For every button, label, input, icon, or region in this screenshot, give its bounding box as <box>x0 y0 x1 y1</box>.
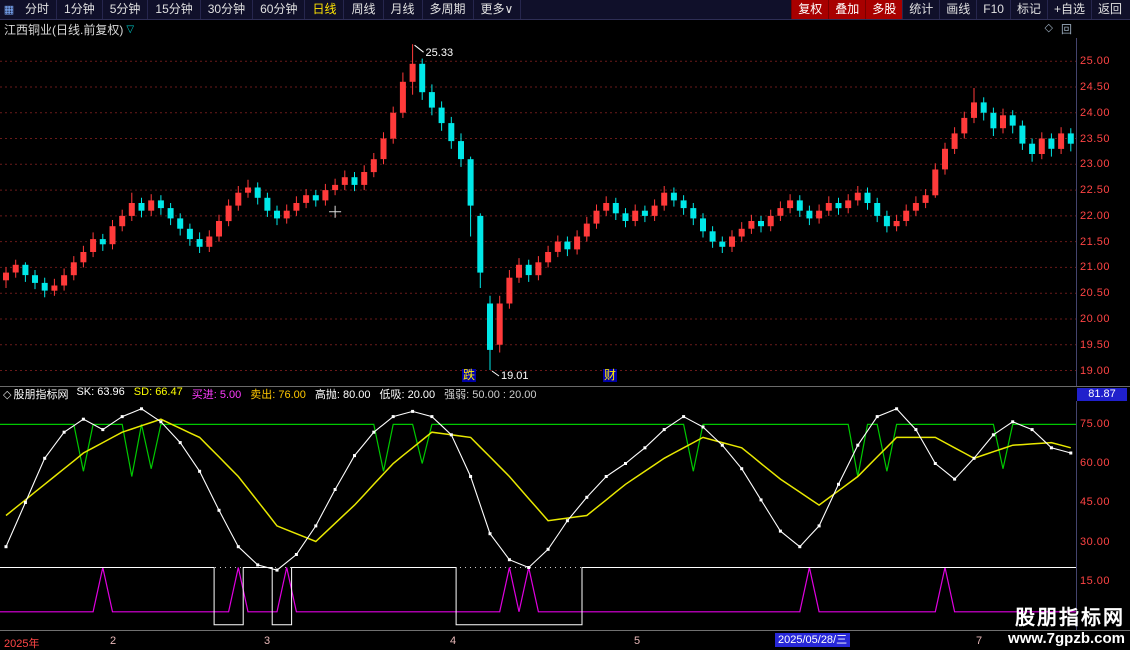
title-dropdown-icon[interactable]: ▽ <box>126 24 134 35</box>
diamond-icon[interactable]: ◇ <box>1045 21 1053 37</box>
date-axis: 2025年 2 3 4 5 2025/05/28/三 7 <box>0 630 1130 650</box>
timeframe-tab[interactable]: 多周期 <box>423 0 474 19</box>
main-candlestick-chart[interactable]: 25.33 19.01 <box>0 38 1076 386</box>
toolbar-button[interactable]: 多股 <box>865 0 902 19</box>
site-watermark: 股朋指标网 www.7gpzb.com <box>1008 601 1125 647</box>
price-axis-label: 19.50 <box>1080 339 1110 351</box>
price-axis-label: 22.50 <box>1080 184 1110 196</box>
timeframe-tab[interactable]: 5分钟 <box>103 0 149 19</box>
indicator-param: 强弱: 50.00 : 20.00 <box>444 386 536 402</box>
date-tick: 2025年 <box>4 635 39 650</box>
toolbar-button[interactable]: F10 <box>976 0 1010 19</box>
toolbar-button[interactable]: 返回 <box>1091 0 1128 19</box>
watermark-line2: www.7gpzb.com <box>1008 630 1125 647</box>
timeframe-tab[interactable]: 日线 <box>305 0 344 19</box>
toolbar-actions: 复权叠加多股统计画线F10标记+自选返回 <box>791 0 1130 19</box>
indicator-param: SK: 63.96 <box>76 386 124 402</box>
toolbar-button[interactable]: +自选 <box>1047 0 1091 19</box>
price-axis-label: 19.00 <box>1080 365 1110 377</box>
timeframe-tab[interactable]: 60分钟 <box>253 0 305 19</box>
timeframe-tab[interactable]: 15分钟 <box>148 0 200 19</box>
indicator-param: 低吸: 20.00 <box>380 386 436 402</box>
price-axis-label: 21.50 <box>1080 236 1110 248</box>
candles <box>3 44 1074 370</box>
price-axis-label: 20.50 <box>1080 287 1110 299</box>
timeframe-tab[interactable]: 周线 <box>344 0 383 19</box>
top-toolbar: ▦ 分时1分钟5分钟15分钟30分钟60分钟日线周线月线多周期更多∨ 复权叠加多… <box>0 0 1130 20</box>
price-axis-label: 23.50 <box>1080 133 1110 145</box>
indicator-axis-label: 15.00 <box>1080 575 1110 587</box>
price-axis-label: 24.50 <box>1080 81 1110 93</box>
price-axis-label: 24.00 <box>1080 107 1110 119</box>
indicator-axis-label: 45.00 <box>1080 496 1110 508</box>
date-tick: 3 <box>264 635 270 647</box>
indicator-value-box: 81.87 <box>1077 388 1127 401</box>
date-tick: 7 <box>976 635 982 647</box>
low-price-annotation: 19.01 <box>501 370 529 382</box>
app-menu-icon[interactable]: ▦ <box>0 3 18 16</box>
stock-title: 江西铜业(日线.前复权) <box>4 21 123 38</box>
timeframe-tabs: 分时1分钟5分钟15分钟30分钟60分钟日线周线月线多周期更多∨ <box>18 0 521 19</box>
watermark-line1: 股朋指标网 <box>1008 601 1125 630</box>
price-axis-label: 23.00 <box>1080 158 1110 170</box>
indicator-param: 高抛: 80.00 <box>315 386 371 402</box>
indicator-axis-label: 60.00 <box>1080 457 1110 469</box>
timeframe-tab[interactable]: 30分钟 <box>201 0 253 19</box>
indicator-axis-label: 75.00 <box>1080 418 1110 430</box>
price-axis-label: 21.00 <box>1080 261 1110 273</box>
toolbar-button[interactable]: 复权 <box>791 0 828 19</box>
indicator-params: SK: 63.96 SD: 66.47 买进: 5.00 卖出: 76.00 高抛: 8… <box>76 386 545 402</box>
chart-signal-label: 财 <box>603 369 617 382</box>
high-price-annotation: 25.33 <box>426 47 454 59</box>
indicator-collapse-icon[interactable]: ◇ <box>3 388 11 401</box>
date-highlight: 2025/05/28/三 <box>775 633 850 647</box>
price-axis-label: 22.00 <box>1080 210 1110 222</box>
stock-app-window: ▦ 分时1分钟5分钟15分钟30分钟60分钟日线周线月线多周期更多∨ 复权叠加多… <box>0 0 1130 650</box>
price-axis-label: 25.00 <box>1080 55 1110 67</box>
indicator-title: 股朋指标网 <box>13 386 68 402</box>
timeframe-tab[interactable]: 分时 <box>18 0 57 19</box>
timeframe-tab[interactable]: 1分钟 <box>57 0 103 19</box>
price-axis-label: 20.00 <box>1080 313 1110 325</box>
toolbar-button[interactable]: 画线 <box>939 0 976 19</box>
chart-signal-label: 跌 <box>462 369 476 382</box>
indicator-param: SD: 66.47 <box>134 386 183 402</box>
indicator-chart[interactable] <box>0 401 1076 630</box>
indicator-header: ◇ 股朋指标网 SK: 63.96 SD: 66.47 买进: 5.00 卖出: 76… <box>0 386 1130 401</box>
timeframe-tab[interactable]: 月线 <box>384 0 423 19</box>
date-tick: 5 <box>634 635 640 647</box>
toolbar-button[interactable]: 统计 <box>902 0 939 19</box>
indicator-axis-label: 30.00 <box>1080 536 1110 548</box>
date-tick: 2 <box>110 635 116 647</box>
timeframe-tab[interactable]: 更多∨ <box>474 0 522 19</box>
main-price-axis: 25.00 24.50 24.00 23.50 23.00 22.50 22.00 21.50… <box>1076 38 1130 386</box>
toolbar-button[interactable]: 标记 <box>1010 0 1047 19</box>
window-icon[interactable]: 回 <box>1061 21 1072 37</box>
indicator-axis: 75.00 60.00 45.00 30.00 15.00 <box>1076 401 1130 630</box>
chart-titlebar: 江西铜业(日线.前复权) ▽ ◇ 回 <box>0 20 1130 38</box>
indicator-param: 买进: 5.00 <box>192 386 242 402</box>
toolbar-button[interactable]: 叠加 <box>828 0 865 19</box>
date-tick: 4 <box>450 635 456 647</box>
indicator-param: 卖出: 76.00 <box>250 386 306 402</box>
